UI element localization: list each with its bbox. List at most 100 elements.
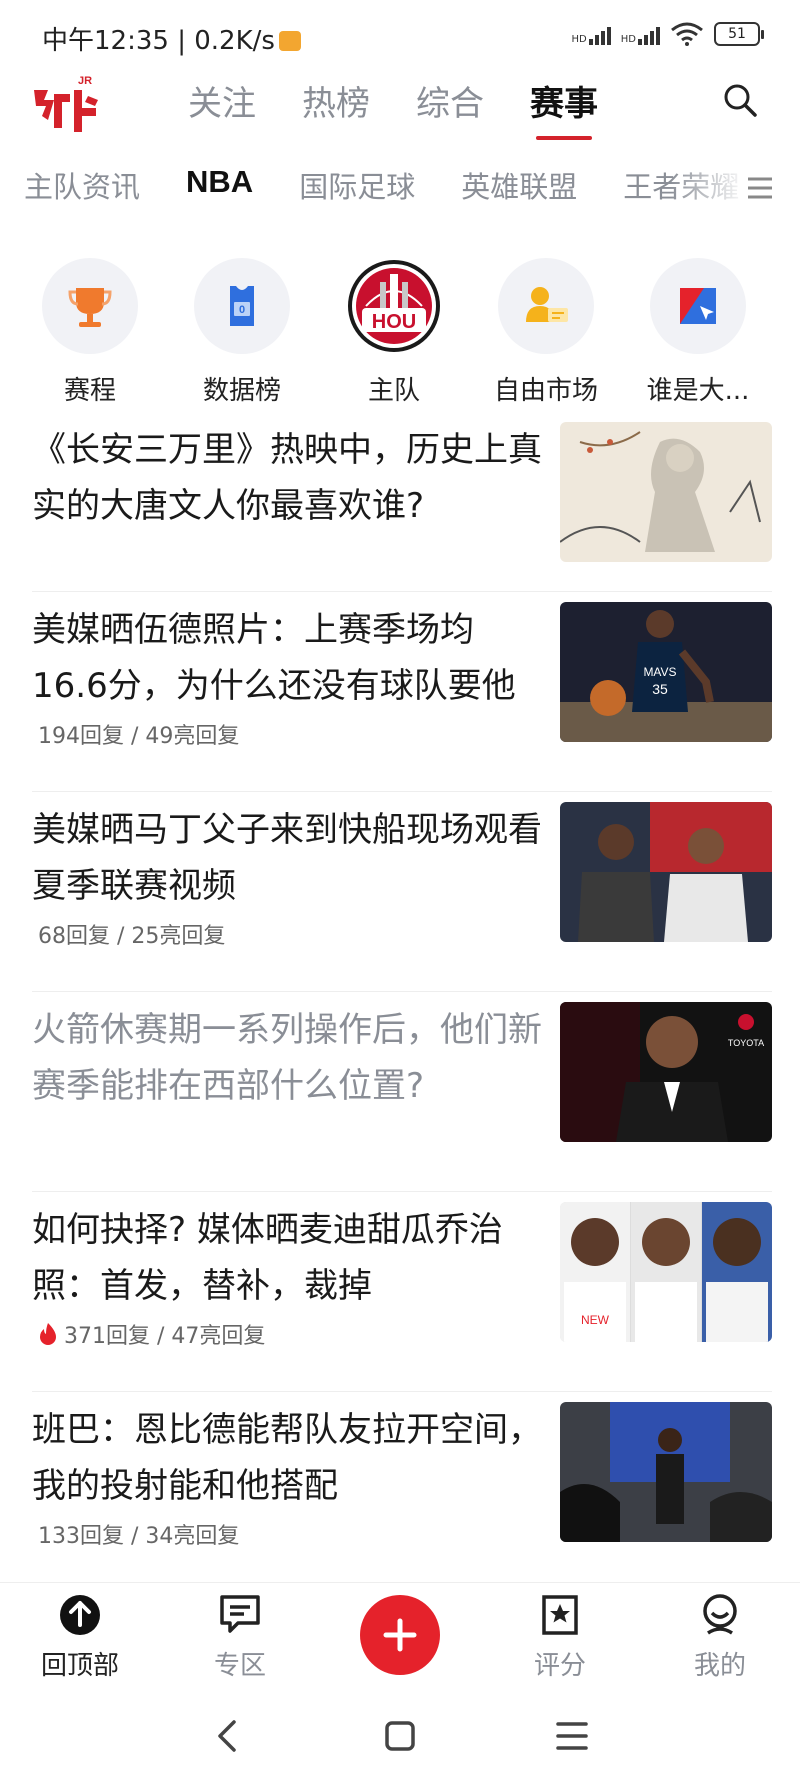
article-title: 火箭休赛期一系列操作后，他们新赛季能排在西部什么位置? <box>32 1010 542 1106</box>
shortcut-circle: HOU <box>346 258 442 354</box>
reply-count: 133回复 / 34亮回复 <box>38 1524 240 1549</box>
signal-label: HD <box>620 34 636 45</box>
article-item[interactable]: 美媒晒伍德照片：上赛季场均16.6分，为什么还没有球队要他 194回复 / 49… <box>32 592 772 792</box>
shortcut-vote[interactable]: 谁是大... <box>623 258 773 407</box>
svg-text:JR: JR <box>78 75 92 87</box>
shortcut-home-team[interactable]: HOU 主队 <box>319 258 469 407</box>
hupu-logo-icon[interactable]: JR <box>28 70 106 136</box>
wifi-icon <box>671 22 703 46</box>
svg-text:MAVS: MAVS <box>643 665 676 679</box>
reply-count: 68回复 / 25亮回复 <box>38 924 226 949</box>
vote-icon <box>680 288 716 324</box>
shortcut-circle <box>498 258 594 354</box>
star-rating-icon <box>542 1595 578 1635</box>
nav-back-to-top[interactable]: 回顶部 <box>20 1593 140 1682</box>
article-item[interactable]: 火箭休赛期一系列操作后，他们新赛季能排在西部什么位置? TOYOTA <box>32 992 772 1192</box>
news-feed: 《长安三万里》热映中，历史上真实的大唐文人你最喜欢谁? 美媒晒伍德照片：上赛季场… <box>0 420 800 1592</box>
article-title: 美媒晒马丁父子来到快船现场观看夏季联赛视频 <box>32 810 542 906</box>
status-icons: HD HD 51 <box>572 22 764 46</box>
shortcut-circle: 0 <box>194 258 290 354</box>
free-agent-icon <box>526 287 568 322</box>
bottom-nav: 回顶部 专区 评分 我的 <box>0 1582 800 1692</box>
article-thumbnail: NEW <box>560 1202 772 1342</box>
shortcut-free-agent[interactable]: 自由市场 <box>471 258 621 407</box>
arrow-up-icon <box>60 1595 100 1635</box>
svg-text:35: 35 <box>652 681 668 697</box>
status-bar: 中午12:35 | 0.2K/s HD HD 51 <box>0 0 800 70</box>
shortcut-circle <box>42 258 138 354</box>
nav-label: 回顶部 <box>40 1651 119 1681</box>
plus-icon <box>383 1618 417 1652</box>
article-thumbnail <box>560 802 772 942</box>
nav-label: 我的 <box>693 1651 746 1681</box>
article-item[interactable]: 《长安三万里》热映中，历史上真实的大唐文人你最喜欢谁? <box>32 412 772 592</box>
shortcut-stats[interactable]: 0 数据榜 <box>167 258 317 407</box>
sub-tab-home-team-news[interactable]: 主队资讯 <box>24 164 140 206</box>
team-badge-text: HOU <box>372 311 416 333</box>
article-title: 如何抉择? 媒体晒麦迪甜瓜乔治照：首发，替补，裁掉 <box>32 1210 503 1306</box>
article-thumbnail <box>560 422 772 562</box>
nav-profile[interactable]: 我的 <box>660 1593 780 1682</box>
signal-label: HD <box>571 34 587 45</box>
svg-text:TOYOTA: TOYOTA <box>728 1038 764 1048</box>
article-thumbnail: MAVS 35 <box>560 602 772 742</box>
chat-box-icon <box>220 1595 260 1633</box>
article-thumbnail <box>560 1402 772 1542</box>
reply-count: 371回复 / 47亮回复 <box>64 1324 266 1349</box>
shortcut-label: 谁是大... <box>646 376 750 406</box>
recent-apps-icon[interactable] <box>552 1716 592 1756</box>
shortcut-label: 数据榜 <box>202 376 281 406</box>
sub-tabs: 主队资讯 NBA 国际足球 英雄联盟 王者荣耀 <box>0 160 800 220</box>
article-item[interactable]: 如何抉择? 媒体晒麦迪甜瓜乔治照：首发，替补，裁掉 371回复 / 47亮回复 … <box>32 1192 772 1392</box>
jersey-icon: 0 <box>230 286 254 326</box>
tab-general[interactable]: 综合 <box>416 76 484 132</box>
nav-zone[interactable]: 专区 <box>180 1593 300 1682</box>
article-title: 美媒晒伍德照片：上赛季场均16.6分，为什么还没有球队要他 <box>32 610 516 706</box>
battery-icon: 51 <box>714 22 764 46</box>
nav-label: 专区 <box>213 1651 266 1681</box>
trophy-icon <box>68 288 112 327</box>
signal-icon: HD <box>621 23 660 45</box>
system-nav-bar <box>0 1692 800 1778</box>
status-time: 中午12:35 | 0.2K/s <box>42 20 301 57</box>
svg-text:0: 0 <box>239 304 245 316</box>
svg-text:NEW: NEW <box>581 1313 610 1327</box>
article-meta: 194回复 / 49亮回复 <box>38 718 239 750</box>
team-logo-icon: HOU <box>348 260 440 352</box>
article-meta: 133回复 / 34亮回复 <box>38 1518 239 1550</box>
article-meta: 68回复 / 25亮回复 <box>38 918 225 950</box>
back-icon[interactable] <box>208 1716 248 1756</box>
nav-rating[interactable]: 评分 <box>500 1593 620 1682</box>
shortcut-schedule[interactable]: 赛程 <box>15 258 165 407</box>
shortcut-label: 主队 <box>367 376 420 406</box>
app-header: JR 关注 热榜 综合 赛事 <box>0 66 800 146</box>
tab-follow[interactable]: 关注 <box>188 76 256 132</box>
article-item[interactable]: 美媒晒马丁父子来到快船现场观看夏季联赛视频 68回复 / 25亮回复 <box>32 792 772 992</box>
shortcut-label: 赛程 <box>63 376 116 406</box>
shortcut-row: 赛程 0 数据榜 HOU 主队 自由市场 谁是大... <box>0 258 800 408</box>
shortcut-circle <box>650 258 746 354</box>
reply-count: 194回复 / 49亮回复 <box>38 724 240 749</box>
sub-tab-nba[interactable]: NBA <box>186 164 253 206</box>
article-meta: 371回复 / 47亮回复 <box>38 1318 265 1350</box>
main-tabs: 关注 热榜 综合 赛事 <box>188 76 598 140</box>
article-title: 班巴：恩比德能帮队友拉开空间，我的投射能和他搭配 <box>32 1410 542 1506</box>
home-icon[interactable] <box>380 1716 420 1756</box>
notification-icon <box>278 31 301 51</box>
tab-hot[interactable]: 热榜 <box>302 76 370 132</box>
sub-tabs-fade <box>670 160 800 220</box>
article-thumbnail: TOYOTA <box>560 1002 772 1142</box>
profile-icon <box>703 1594 737 1635</box>
sub-tab-intl-football[interactable]: 国际足球 <box>299 164 415 206</box>
article-item[interactable]: 班巴：恩比德能帮队友拉开空间，我的投射能和他搭配 133回复 / 34亮回复 <box>32 1392 772 1592</box>
article-title: 《长安三万里》热映中，历史上真实的大唐文人你最喜欢谁? <box>32 430 542 526</box>
signal-icon: HD <box>572 23 611 45</box>
shortcut-label: 自由市场 <box>493 376 598 406</box>
post-button[interactable] <box>360 1595 440 1675</box>
menu-icon[interactable] <box>742 170 778 206</box>
sub-tab-lol[interactable]: 英雄联盟 <box>461 164 577 206</box>
search-icon[interactable] <box>720 80 760 120</box>
tab-events[interactable]: 赛事 <box>530 76 598 140</box>
fire-icon <box>40 1323 56 1345</box>
nav-label: 评分 <box>533 1651 586 1681</box>
